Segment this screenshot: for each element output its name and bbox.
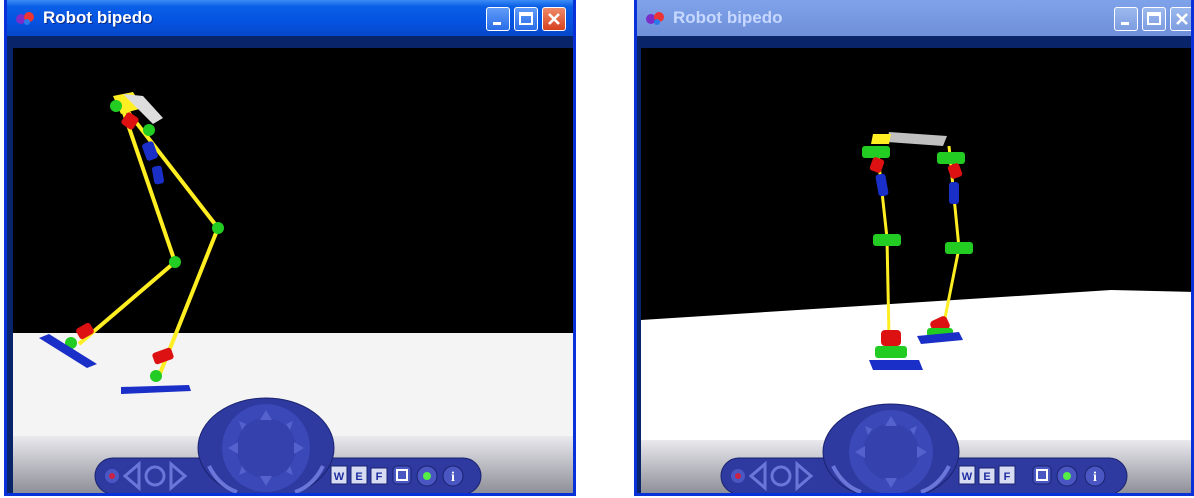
3d-scene[interactable]: W E F i [641,48,1194,496]
3d-scene[interactable]: W E F i [13,48,576,496]
headlight-button[interactable] [1056,465,1078,487]
maximize-icon [519,12,533,25]
minimize-button[interactable] [1114,7,1138,31]
headlight-button[interactable] [416,465,438,487]
minimize-icon [1121,22,1129,25]
fit-button-label: F [1004,471,1011,483]
view-cube-button[interactable] [392,465,412,485]
close-button[interactable] [542,7,566,31]
info-icon: i [451,470,455,485]
close-button[interactable] [1170,7,1191,31]
info-button[interactable]: i [1084,465,1106,487]
close-icon [548,13,560,25]
maximize-button[interactable] [514,7,538,31]
record-icon [735,473,741,479]
fit-button-label: F [376,471,383,483]
entity-button-label: E [983,471,990,483]
robot-window-left: Robot bipedo W E F i [4,0,576,496]
record-icon [109,473,115,479]
3d-viewport[interactable]: W E F i [641,48,1191,493]
vrml-app-icon [16,12,34,25]
window-title: Robot bipedo [673,8,783,27]
3d-viewport[interactable]: W E F i [13,48,573,493]
minimize-button[interactable] [486,7,510,31]
title-bar[interactable]: Robot bipedo [637,0,1191,36]
vrml-app-icon [646,12,664,25]
entity-button-label: E [355,471,362,483]
headlight-icon [423,472,431,480]
headlight-icon [1063,472,1071,480]
window-title: Robot bipedo [43,8,153,27]
robot-window-right: Robot bipedo W E F i [634,0,1194,496]
world-button-label: W [962,471,973,483]
maximize-icon [1147,12,1161,25]
info-button[interactable]: i [442,465,464,487]
view-cube-button[interactable] [1032,465,1052,485]
world-button-label: W [334,471,345,483]
title-bar[interactable]: Robot bipedo [7,0,573,36]
info-icon: i [1093,470,1097,485]
maximize-button[interactable] [1142,7,1166,31]
close-icon [1176,13,1188,25]
minimize-icon [493,22,501,25]
